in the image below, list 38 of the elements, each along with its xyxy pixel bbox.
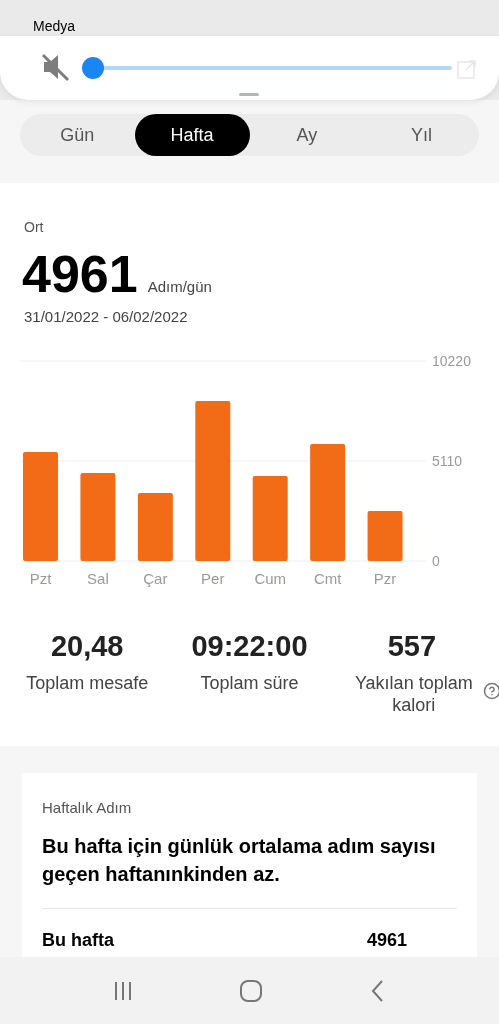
average-value: 4961 — [22, 244, 138, 304]
drag-handle[interactable] — [239, 93, 259, 96]
bar — [137, 492, 173, 561]
stat-value: 09:22:00 — [191, 628, 308, 664]
axis-label: Pzr — [373, 569, 397, 587]
home-icon[interactable] — [239, 978, 264, 1003]
tab[interactable]: Ay — [249, 114, 365, 156]
average-unit: Adım/gün — [147, 277, 212, 297]
tab[interactable]: Gün — [20, 114, 135, 156]
stat-value: 557 — [387, 628, 436, 664]
stat-label: Toplam süre — [199, 672, 300, 694]
axis-label: 5110 — [432, 452, 463, 469]
tab[interactable]: Hafta — [134, 114, 250, 156]
axis-label: Cmt — [313, 569, 342, 587]
volume-slider[interactable] — [82, 56, 452, 80]
stat-value: 20,48 — [50, 628, 124, 664]
axis-label: Pzt — [29, 569, 52, 587]
bar — [367, 510, 403, 561]
axis-label: 10220 — [432, 352, 471, 369]
stat-label: Yakılan toplam kalori — [353, 672, 474, 716]
row-value: 4961 — [366, 928, 407, 952]
volume-label: Medya — [32, 17, 77, 36]
axis-label: Cum — [254, 569, 287, 587]
back-icon[interactable] — [369, 978, 386, 1003]
stat-label: Toplam mesafe — [25, 672, 150, 694]
axis-label: Çar — [143, 569, 168, 587]
weekly-message: Bu hafta için günlük ortalama adım sayısı geçen haftanınkinden az. — [42, 833, 437, 887]
weekly-caption: Haftalık Adım — [42, 798, 133, 818]
tab[interactable]: Yıl — [364, 114, 479, 156]
help-icon[interactable] — [483, 681, 499, 700]
axis-label: Sal — [87, 569, 109, 587]
average-caption: Ort — [23, 218, 45, 237]
axis-label: Per — [201, 569, 225, 587]
row-label: Bu hafta — [42, 928, 114, 952]
date-range: 31/01/2022 - 06/02/2022 — [23, 307, 189, 327]
mute-icon[interactable] — [40, 52, 72, 82]
axis-label: 0 — [432, 552, 440, 569]
recent-apps-icon[interactable] — [113, 979, 134, 1002]
